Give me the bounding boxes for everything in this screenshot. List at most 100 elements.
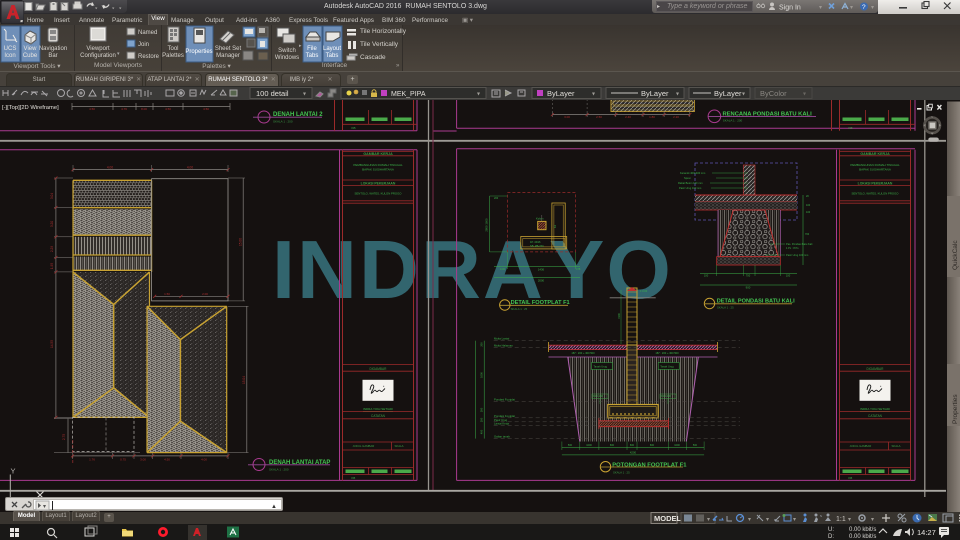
svg-text:N: N [931,115,933,119]
svg-text:Galian tanah: Galian tanah [494,435,510,439]
svg-text:Pasir Urug 100 mm: Pasir Urug 100 mm [786,253,808,257]
svg-text:ByLayer: ByLayer [714,89,742,98]
svg-text:4.00: 4.00 [107,165,113,169]
svg-text:SKALA 1 : 25: SKALA 1 : 25 [717,306,734,310]
svg-text:LOKASI PEKERJAAN: LOKASI PEKERJAAN [858,181,893,185]
svg-text:SKALA 1 : 200: SKALA 1 : 200 [269,468,289,472]
svg-text:Configuration: Configuration [80,53,116,59]
svg-text:± 0.00: ± 0.00 [640,289,648,293]
svg-text:700: 700 [805,233,810,236]
svg-text:Switch: Switch [278,48,296,54]
svg-text:600: 600 [650,444,655,447]
svg-text:ByColor: ByColor [760,89,787,98]
svg-text:Properties: Properties [952,394,959,424]
svg-text:500: 500 [693,444,698,447]
svg-text:Muka Halaman: Muka Halaman [494,344,513,348]
svg-text:Bar: Bar [48,53,57,59]
svg-text:Restore: Restore [138,54,160,60]
svg-text:Join: Join [138,42,149,48]
svg-text:100: 100 [704,274,709,278]
svg-text:100: 100 [786,274,791,278]
svg-text:100 detail: 100 detail [256,89,289,98]
svg-text:478: 478 [576,267,581,271]
svg-text:▾: ▾ [303,92,306,98]
svg-text:1.95: 1.95 [50,263,54,269]
svg-text:Pas. Pondasi Batu Kali: Pas. Pondasi Batu Kali [786,242,813,246]
svg-text:Tanah Urug: Tanah Urug [594,365,608,369]
svg-text:▾: ▾ [766,517,769,523]
svg-text:JUDUL GAMBAR: JUDUL GAMBAR [353,444,375,448]
svg-text:1600: 1600 [480,372,484,378]
svg-text:600: 600 [630,444,635,447]
svg-text:?: ? [862,4,866,11]
svg-text:1.50: 1.50 [164,292,170,296]
svg-text:CATATAN: CATATAN [868,414,883,418]
svg-text:SKALA 1 : 200: SKALA 1 : 200 [723,118,743,122]
svg-text:JUDUL GAMBAR: JUDUL GAMBAR [850,444,872,448]
svg-text:Sheet Set: Sheet Set [215,46,242,52]
svg-text:700: 700 [746,274,751,278]
svg-text:Sign In: Sign In [779,5,801,12]
svg-text:PEMBANGUNAN RUMAH TINGGAL: PEMBANGUNAN RUMAH TINGGAL [850,163,900,167]
svg-text:SKALA: SKALA [892,444,901,448]
svg-text:DIGAMBAR: DIGAMBAR [369,367,387,371]
svg-text:15.04: 15.04 [242,376,246,384]
svg-text:▾: ▾ [43,504,46,510]
svg-text:DETAIL FOOTPLAT F1: DETAIL FOOTPLAT F1 [511,300,570,306]
svg-text:500: 500 [568,444,573,447]
svg-text:0.00: 0.00 [500,267,506,271]
svg-text:▾: ▾ [793,517,796,523]
svg-text:SENTOLO, WATES, KULON PROGO: SENTOLO, WATES, KULON PROGO [852,191,900,195]
svg-text:DETAIL PONDASI BATU KALI: DETAIL PONDASI BATU KALI [717,299,795,305]
svg-text:▾: ▾ [117,51,120,57]
svg-text:3.00: 3.00 [140,457,146,461]
svg-text:SENTOLO, WATES, KULON PROGO: SENTOLO, WATES, KULON PROGO [355,191,403,195]
svg-text:1P. 4D16: 1P. 4D16 [530,240,541,244]
svg-text:PEMBANGUNAN RUMAH TINGGAL: PEMBANGUNAN RUMAH TINGGAL [353,163,403,167]
svg-text:▾: ▾ [676,92,679,98]
svg-text:[-][Top][2D Wireframe]: [-][Top][2D Wireframe] [2,105,59,111]
svg-text:4.00: 4.00 [201,457,207,461]
svg-text:100: 100 [806,211,811,214]
svg-text:187 : 200 + 300 500: 187 : 200 + 300 500 [655,351,679,355]
svg-text:Pasir Urug 100 mm: Pasir Urug 100 mm [679,186,701,190]
svg-text:DENAH LANTAI ATAP: DENAH LANTAI ATAP [269,460,330,466]
svg-text:KB: KB [352,126,356,130]
svg-text:Tabs: Tabs [326,53,339,59]
svg-text:D:: D: [828,534,834,540]
svg-text:SKALA 1 : 25: SKALA 1 : 25 [511,307,528,311]
svg-text:Windows: Windows [275,55,299,61]
svg-text:U:: U: [828,527,834,533]
svg-text:0.75: 0.75 [120,457,126,461]
svg-text:Named: Named [138,30,157,36]
svg-text:MODEL: MODEL [654,514,682,523]
svg-text:▾: ▾ [742,92,745,98]
svg-text:ByLayer: ByLayer [641,89,669,98]
svg-text:2.20: 2.20 [673,115,679,119]
svg-text:D13-200: D13-200 [661,394,672,398]
svg-text:SKALA 1 : 200: SKALA 1 : 200 [273,120,293,124]
svg-text:Lantai Kerja: Lantai Kerja [494,421,509,425]
svg-text:▾: ▾ [848,517,851,523]
svg-text:SKALA: SKALA [395,444,404,448]
svg-text:100: 100 [806,204,811,207]
svg-text:Cascade: Cascade [360,54,386,61]
svg-text:Keramik 400x400 mm: Keramik 400x400 mm [680,171,705,175]
svg-text:▾: ▾ [748,517,751,523]
svg-text:3.20: 3.20 [50,221,54,227]
svg-text:QuickCalc: QuickCalc [952,240,959,270]
svg-text:KB: KB [849,476,853,480]
svg-text:Layout: Layout [323,46,341,52]
svg-text:500: 500 [480,407,484,412]
svg-text:ByLayer: ByLayer [547,89,575,98]
svg-text:0.00 kbit/s: 0.00 kbit/s [849,527,876,533]
svg-text:DIGAMBAR: DIGAMBAR [866,367,884,371]
svg-text:Tile Vertically: Tile Vertically [360,41,399,48]
svg-text:2.75: 2.75 [62,434,66,440]
svg-text:2.50: 2.50 [596,115,602,119]
svg-text:▾: ▾ [707,517,710,523]
svg-text:▾: ▾ [871,517,874,523]
svg-text:GAMBAR KERJA: GAMBAR KERJA [860,152,890,156]
svg-text:Pondasi Footplat: Pondasi Footplat [494,398,515,402]
svg-text:2.00: 2.00 [202,292,208,296]
